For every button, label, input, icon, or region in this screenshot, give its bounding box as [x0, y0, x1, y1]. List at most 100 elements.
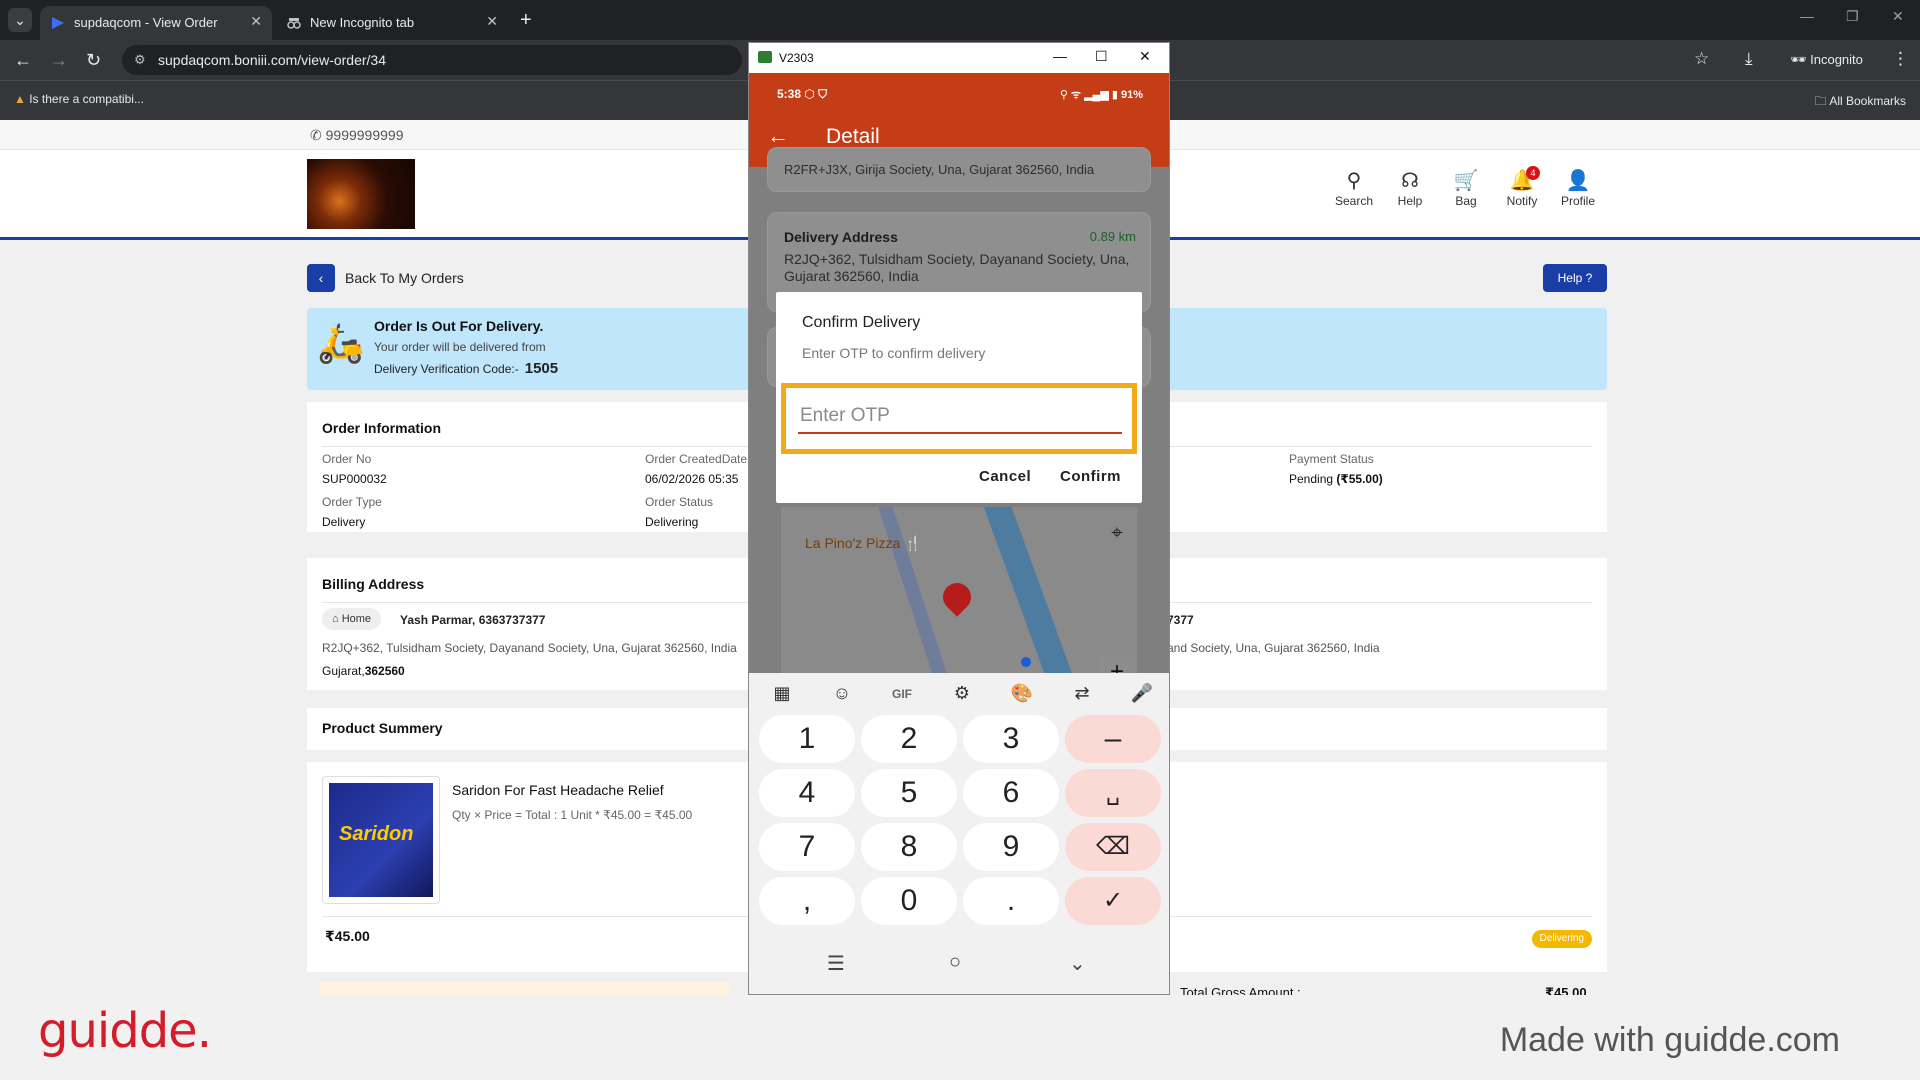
map-poi[interactable]: La Pino'z Pizza 🍴	[805, 535, 922, 552]
palette-icon[interactable]: 🎨	[1002, 683, 1042, 704]
sticker-icon[interactable]: ☺	[822, 683, 862, 704]
key-comma[interactable]: ,	[759, 877, 855, 925]
field-label: Order CreatedDate	[645, 452, 748, 466]
chevron-left-icon[interactable]: ‹	[307, 264, 335, 292]
shipping-address-line: and Society, Una, Gujarat 362560, India	[1167, 641, 1380, 655]
tab-search-chevron-icon[interactable]: ⌄	[8, 8, 32, 32]
help-label: Help	[1557, 271, 1583, 285]
phone-screen: 5:38 ⬡ ⛉ ⚲ ᯤ ▂▄▆ ▮ 91% ← Detail R2FR+J3X…	[749, 73, 1169, 994]
key-9[interactable]: 9	[963, 823, 1059, 871]
nav-notify[interactable]: 🔔 4 Notify	[1494, 166, 1550, 208]
cancel-button[interactable]: Cancel	[979, 468, 1031, 485]
all-bookmarks-button[interactable]: 🗀 All Bookmarks	[1815, 92, 1906, 113]
bookmark-star-icon[interactable]: ☆	[1694, 49, 1709, 69]
map-view[interactable]: La Pino'z Pizza 🍴 ⌖ +	[781, 507, 1137, 673]
download-icon[interactable]: ⤓	[1745, 49, 1753, 69]
nav-help[interactable]: ☊ Help	[1382, 170, 1438, 208]
close-window-icon[interactable]: ✕	[1139, 48, 1151, 65]
phone-window-title: V2303	[779, 51, 814, 65]
site-logo[interactable]	[307, 159, 415, 229]
recents-icon[interactable]: ☰	[827, 951, 845, 976]
bell-icon: 🔔	[1509, 170, 1535, 192]
app-title: Detail	[826, 125, 880, 148]
hide-keyboard-icon[interactable]: ⌄	[1069, 951, 1086, 976]
key-1[interactable]: 1	[759, 715, 855, 763]
minimize-icon[interactable]: —	[1053, 48, 1067, 64]
headset-icon: ☊	[1401, 170, 1419, 192]
poi-label: La Pino'z Pizza	[805, 535, 901, 551]
apps-grid-icon[interactable]: ▦	[762, 683, 802, 704]
field-value: Delivery	[322, 515, 366, 529]
card-heading: Product Summery	[322, 720, 443, 736]
key-minus[interactable]: –	[1065, 715, 1161, 763]
nav-label: Search	[1334, 194, 1374, 208]
tab-view-order[interactable]: supdaqcom - View Order ✕	[40, 6, 272, 40]
key-backspace[interactable]: ⌫	[1065, 823, 1161, 871]
payment-amount: (₹55.00)	[1336, 472, 1383, 486]
product-name[interactable]: Saridon For Fast Headache Relief	[452, 782, 664, 798]
key-4[interactable]: 4	[759, 769, 855, 817]
bookmark-item[interactable]: ▲ Is there a compatibi...	[14, 92, 144, 106]
home-circle-icon[interactable]: ○	[949, 951, 961, 974]
back-arrow-icon[interactable]: ←	[767, 123, 789, 149]
pincode-text: 362560	[364, 664, 405, 678]
close-tab-icon[interactable]: ✕	[250, 13, 262, 30]
gif-button[interactable]: GIF	[882, 687, 922, 701]
key-space[interactable]: ␣	[1065, 769, 1161, 817]
field-label: Order No	[322, 452, 372, 466]
nav-profile[interactable]: 👤 Profile	[1550, 170, 1606, 208]
close-window-icon[interactable]: ✕	[1892, 8, 1904, 25]
delivery-scooter-icon: 🛵	[317, 323, 365, 365]
reload-icon[interactable]: ↻	[86, 50, 101, 70]
key-3[interactable]: 3	[963, 715, 1059, 763]
translate-icon[interactable]: ⇄	[1062, 683, 1102, 704]
code-label: Delivery Verification Code:-	[374, 362, 519, 376]
nav-search[interactable]: ⚲ Search	[1326, 170, 1382, 208]
field-label: Payment Status	[1289, 452, 1374, 466]
confirm-button[interactable]: Confirm	[1060, 468, 1121, 485]
key-period[interactable]: .	[963, 877, 1059, 925]
key-2[interactable]: 2	[861, 715, 957, 763]
phone-number: 9999999999	[325, 127, 404, 143]
my-location-icon[interactable]: ⌖	[1099, 515, 1135, 551]
key-8[interactable]: 8	[861, 823, 957, 871]
close-tab-icon[interactable]: ✕	[486, 13, 498, 30]
key-6[interactable]: 6	[963, 769, 1059, 817]
key-7[interactable]: 7	[759, 823, 855, 871]
tab-new-incognito[interactable]: New Incognito tab ✕	[276, 6, 508, 40]
zoom-in-button[interactable]: +	[1099, 655, 1135, 673]
minimize-icon[interactable]: —	[1800, 8, 1814, 24]
site-info-icon[interactable]: ⚙	[134, 52, 146, 68]
field-value: 06/02/2026 05:35	[645, 472, 739, 486]
forward-arrow-icon[interactable]: →	[50, 50, 68, 70]
new-tab-button[interactable]: +	[520, 8, 532, 32]
user-icon: 👤	[1565, 170, 1591, 192]
address-bar[interactable]: ⚙ supdaqcom.boniii.com/view-order/34	[122, 45, 742, 75]
dialog-title: Confirm Delivery	[802, 314, 921, 331]
product-image[interactable]: Saridon	[322, 776, 440, 904]
pickup-address-card: R2FR+J3X, Girija Society, Una, Gujarat 3…	[767, 147, 1151, 192]
maximize-icon[interactable]: ☐	[1095, 48, 1108, 65]
key-0[interactable]: 0	[861, 877, 957, 925]
more-menu-icon[interactable]: ⋮	[1892, 49, 1909, 69]
delivery-heading: Delivery Address	[784, 229, 898, 245]
microphone-icon[interactable]: 🎤	[1122, 683, 1162, 704]
restore-icon[interactable]: ❐	[1846, 8, 1859, 25]
chip-label: Home	[341, 613, 372, 625]
guidde-logo: guidde.	[38, 1003, 212, 1059]
key-5[interactable]: 5	[861, 769, 957, 817]
back-label[interactable]: Back To My Orders	[345, 270, 464, 286]
nav-label: Help	[1397, 194, 1423, 208]
url-text[interactable]: supdaqcom.boniii.com/view-order/34	[158, 52, 386, 68]
otp-input[interactable]	[798, 400, 1122, 434]
help-button[interactable]: Help ?	[1543, 264, 1607, 292]
incognito-profile-chip[interactable]: 🕶 Incognito	[1780, 46, 1873, 74]
nav-label: Profile	[1560, 194, 1595, 208]
nav-bag[interactable]: 🛒 Bag	[1438, 170, 1494, 208]
field-value: Delivering	[645, 515, 699, 529]
app-window-icon	[758, 51, 772, 63]
settings-gear-icon[interactable]: ⚙	[942, 683, 982, 704]
pickup-address: R2FR+J3X, Girija Society, Una, Gujarat 3…	[784, 162, 1095, 177]
back-arrow-icon[interactable]: ←	[14, 50, 32, 70]
key-enter[interactable]: ✓	[1065, 877, 1161, 925]
